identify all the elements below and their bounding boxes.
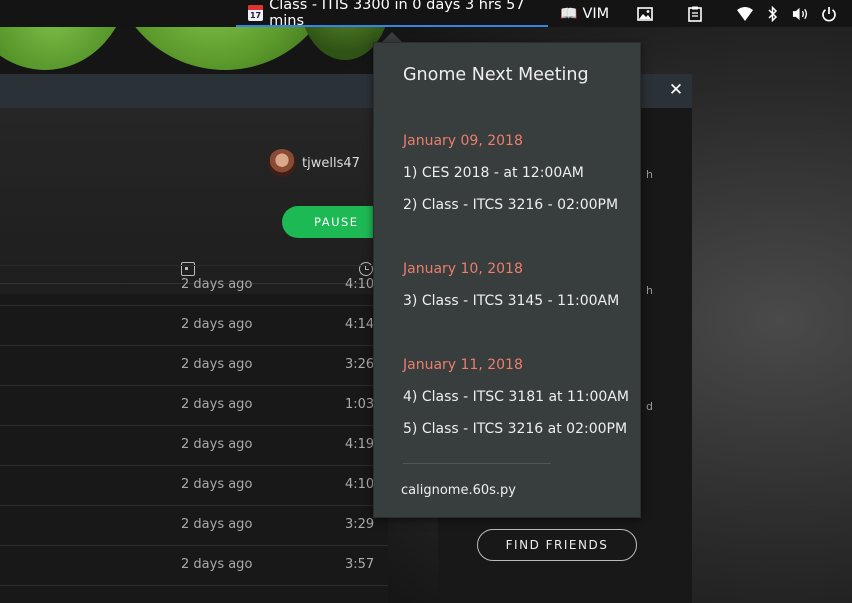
meeting-item[interactable]: 4) Class - ITSC 3181 at 11:00AM	[403, 389, 629, 405]
table-row[interactable]: 2 days ago 4:10	[0, 266, 388, 306]
table-row[interactable]: 2 days ago 3:29	[0, 506, 388, 546]
app-titlebar	[0, 74, 388, 108]
meeting-item[interactable]: 2) Class - ITCS 3216 - 02:00PM	[403, 197, 618, 213]
power-icon[interactable]	[820, 5, 837, 22]
meeting-item[interactable]: 5) Class - ITCS 3216 at 02:00PM	[403, 421, 627, 437]
meeting-item[interactable]: 1) CES 2018 - at 12:00AM	[403, 165, 584, 181]
calendar-icon: 17	[248, 4, 264, 21]
table-row[interactable]: 2 days ago 4:10	[0, 466, 388, 506]
music-app-window: tjwells47 PAUSE 2 days ago 4:10 2 days ag…	[0, 74, 388, 603]
close-icon[interactable]: ✕	[666, 80, 686, 100]
date-added: 2 days ago	[181, 557, 253, 572]
duration: 4:19	[345, 437, 375, 452]
clipboard-icon[interactable]	[686, 5, 703, 22]
duration: 3:26	[345, 357, 375, 372]
date-added: 2 days ago	[181, 517, 253, 532]
vim-indicator[interactable]: 📖 VIM	[560, 0, 609, 27]
book-icon: 📖	[560, 5, 578, 22]
top-panel: 17 Class - ITIS 3300 in 0 days 3 hrs 57 …	[0, 0, 852, 29]
wifi-icon[interactable]	[736, 5, 753, 22]
friend-activity-hint: h	[646, 284, 653, 297]
date-added: 2 days ago	[181, 397, 253, 412]
date-added: 2 days ago	[181, 277, 253, 292]
date-added: 2 days ago	[181, 477, 253, 492]
table-row[interactable]: 2 days ago 1:03	[0, 386, 388, 426]
bluetooth-icon[interactable]	[764, 5, 781, 22]
next-meeting-label: Class - ITIS 3300 in 0 days 3 hrs 57 min…	[269, 0, 525, 29]
popup-separator	[403, 463, 551, 464]
avatar	[268, 149, 296, 177]
duration: 3:57	[345, 557, 375, 572]
popup-footer[interactable]: calignome.60s.py	[401, 483, 516, 498]
table-row[interactable]: 2 days ago 4:19	[0, 426, 388, 466]
duration: 1:03	[345, 397, 375, 412]
volume-icon[interactable]	[792, 5, 809, 22]
meeting-date: January 11, 2018	[403, 357, 523, 373]
table-row[interactable]: 2 days ago 4:14	[0, 306, 388, 346]
date-added: 2 days ago	[181, 437, 253, 452]
next-meeting-popup: Gnome Next Meeting January 09, 2018 1) C…	[373, 42, 641, 518]
vim-label: VIM	[582, 5, 610, 22]
popup-title: Gnome Next Meeting	[403, 65, 589, 85]
image-icon[interactable]	[636, 5, 653, 22]
table-row[interactable]: 2 days ago 3:26	[0, 346, 388, 386]
table-row[interactable]: 2 days ago 3:57	[0, 546, 388, 586]
track-list: 2 days ago 4:10 2 days ago 4:14 2 days ago…	[0, 250, 388, 586]
table-row[interactable]	[0, 250, 388, 266]
find-friends-button[interactable]: FIND FRIENDS	[477, 529, 637, 561]
next-meeting-indicator[interactable]: 17 Class - ITIS 3300 in 0 days 3 hrs 57 …	[236, 0, 548, 29]
meeting-item[interactable]: 3) Class - ITCS 3145 - 11:00AM	[403, 293, 619, 309]
date-added: 2 days ago	[181, 357, 253, 372]
meeting-date: January 09, 2018	[403, 133, 523, 149]
meeting-date: January 10, 2018	[403, 261, 523, 277]
friend-activity-hint: h	[646, 168, 653, 181]
duration: 4:10	[345, 277, 375, 292]
friend-activity-hint: d	[646, 400, 653, 413]
duration: 4:14	[345, 317, 375, 332]
duration: 4:10	[345, 477, 375, 492]
duration: 3:29	[345, 517, 375, 532]
date-added: 2 days ago	[181, 317, 253, 332]
username: tjwells47	[302, 155, 360, 171]
user-profile[interactable]: tjwells47	[268, 149, 360, 177]
